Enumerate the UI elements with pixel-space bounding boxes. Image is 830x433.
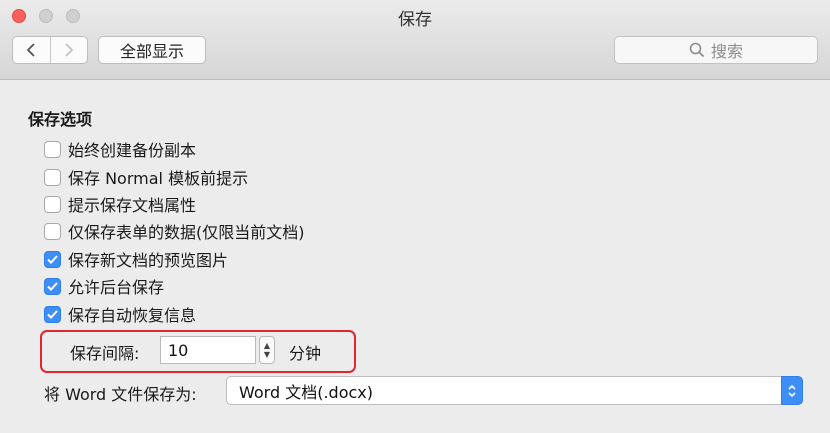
option-prompt-document-properties[interactable]: 提示保存文档属性 — [44, 192, 196, 216]
back-button[interactable] — [13, 37, 51, 63]
option-allow-background-saves[interactable]: 允许后台保存 — [44, 274, 164, 298]
preferences-window: 保存 全部显示 搜索 保存选项 始终创建备份副本 保存 Normal 模板前提示… — [0, 0, 830, 433]
checkbox[interactable] — [44, 168, 61, 186]
checkbox[interactable] — [44, 277, 61, 295]
file-format-label: 将 Word 文件保存为: — [44, 385, 197, 404]
option-label: 仅保存表单的数据(仅限当前文档) — [68, 223, 305, 242]
forward-button[interactable] — [51, 37, 88, 63]
checkbox[interactable] — [44, 222, 61, 240]
option-label: 保存自动恢复信息 — [68, 306, 197, 325]
window-title: 保存 — [398, 10, 432, 30]
file-format-select[interactable]: Word 文档(.docx) — [226, 376, 803, 405]
show-all-button[interactable]: 全部显示 — [98, 36, 206, 64]
checkbox[interactable] — [44, 250, 61, 268]
back-forward-group — [12, 36, 88, 64]
checkbox[interactable] — [44, 140, 61, 158]
option-label: 提示保存文档属性 — [68, 196, 197, 215]
section-title: 保存选项 — [28, 110, 93, 129]
window-toolbar: 保存 全部显示 搜索 — [0, 0, 830, 80]
option-save-form-data-only[interactable]: 仅保存表单的数据(仅限当前文档) — [44, 219, 305, 243]
save-interval-label: 保存间隔: — [70, 344, 140, 363]
stepper-up-icon[interactable]: ▲ — [264, 341, 270, 350]
select-arrows-icon[interactable] — [781, 376, 803, 405]
save-interval-unit: 分钟 — [289, 344, 322, 363]
option-label: 保存 Normal 模板前提示 — [68, 169, 249, 188]
option-save-autorecover-info[interactable]: 保存自动恢复信息 — [44, 302, 196, 326]
option-always-create-backup[interactable]: 始终创建备份副本 — [44, 137, 196, 161]
option-label: 允许后台保存 — [68, 278, 165, 297]
checkbox[interactable] — [44, 305, 61, 323]
option-prompt-normal-template[interactable]: 保存 Normal 模板前提示 — [44, 165, 248, 189]
save-interval-stepper[interactable]: ▲ ▼ — [259, 336, 275, 364]
stepper-down-icon[interactable]: ▼ — [264, 350, 270, 359]
chevron-left-icon — [26, 43, 35, 57]
file-format-value: Word 文档(.docx) — [239, 382, 373, 402]
option-label: 始终创建备份副本 — [68, 141, 197, 160]
option-label: 保存新文档的预览图片 — [68, 251, 229, 270]
search-field[interactable]: 搜索 — [614, 36, 818, 64]
option-save-preview-picture[interactable]: 保存新文档的预览图片 — [44, 247, 228, 271]
chevron-right-icon — [65, 43, 74, 57]
search-placeholder: 搜索 — [710, 42, 743, 61]
save-interval-input[interactable]: 10 — [160, 336, 256, 364]
search-icon — [689, 42, 705, 58]
checkbox[interactable] — [44, 195, 61, 213]
